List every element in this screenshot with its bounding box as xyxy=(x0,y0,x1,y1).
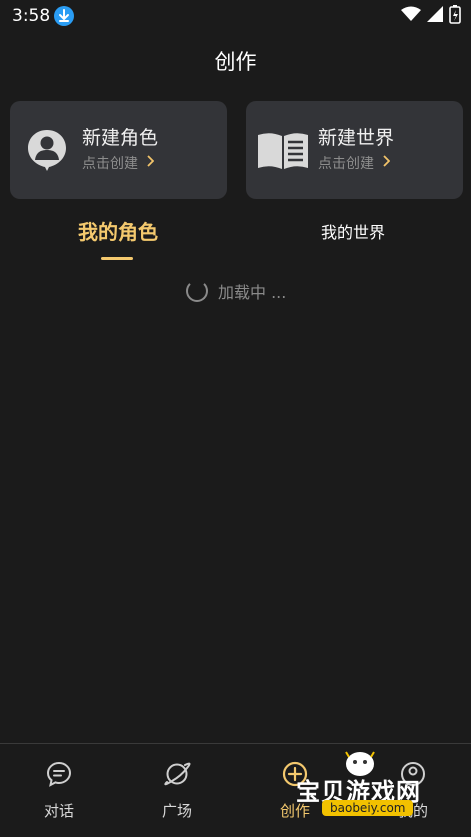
card-subtitle: 点击创建 xyxy=(318,153,391,173)
nav-item-chat[interactable]: 对话 xyxy=(14,760,104,824)
card-subtitle-text: 点击创建 xyxy=(82,156,138,172)
card-subtitle-text: 点击创建 xyxy=(318,156,374,172)
watermark-url: baobeiy.com xyxy=(322,800,414,816)
watermark: 宝贝游戏网 baobeiy.com xyxy=(296,744,456,834)
battery-icon xyxy=(449,4,461,28)
card-title: 新建角色 xyxy=(82,127,159,149)
chat-icon xyxy=(45,760,73,788)
tab-indicator xyxy=(101,257,133,260)
card-subtitle: 点击创建 xyxy=(82,153,155,173)
chevron-right-icon xyxy=(146,155,155,171)
tab-my-worlds[interactable]: 我的世界 xyxy=(321,219,385,243)
signal-icon xyxy=(427,6,443,26)
status-bar: 3:58 xyxy=(0,0,471,32)
status-time: 3:58 xyxy=(12,6,51,26)
new-world-card[interactable]: 新建世界 点击创建 xyxy=(246,101,463,199)
nav-item-square[interactable]: 广场 xyxy=(132,760,222,824)
card-title: 新建世界 xyxy=(318,127,395,149)
tab-my-characters[interactable]: 我的角色 xyxy=(78,216,158,245)
wifi-icon xyxy=(401,6,421,26)
spinner-icon xyxy=(186,280,208,302)
book-icon xyxy=(256,127,310,173)
loading-indicator: 加载中 ... xyxy=(186,279,286,303)
loading-text: 加载中 ... xyxy=(218,283,287,302)
nav-label: 广场 xyxy=(161,802,192,820)
download-icon xyxy=(54,6,74,26)
page-header: 创作 xyxy=(0,32,471,90)
nav-label: 对话 xyxy=(43,802,74,820)
chevron-right-icon xyxy=(382,155,391,171)
person-icon xyxy=(24,127,70,173)
planet-icon xyxy=(163,760,191,788)
page-title: 创作 xyxy=(214,50,257,74)
new-character-card[interactable]: 新建角色 点击创建 xyxy=(10,101,227,199)
